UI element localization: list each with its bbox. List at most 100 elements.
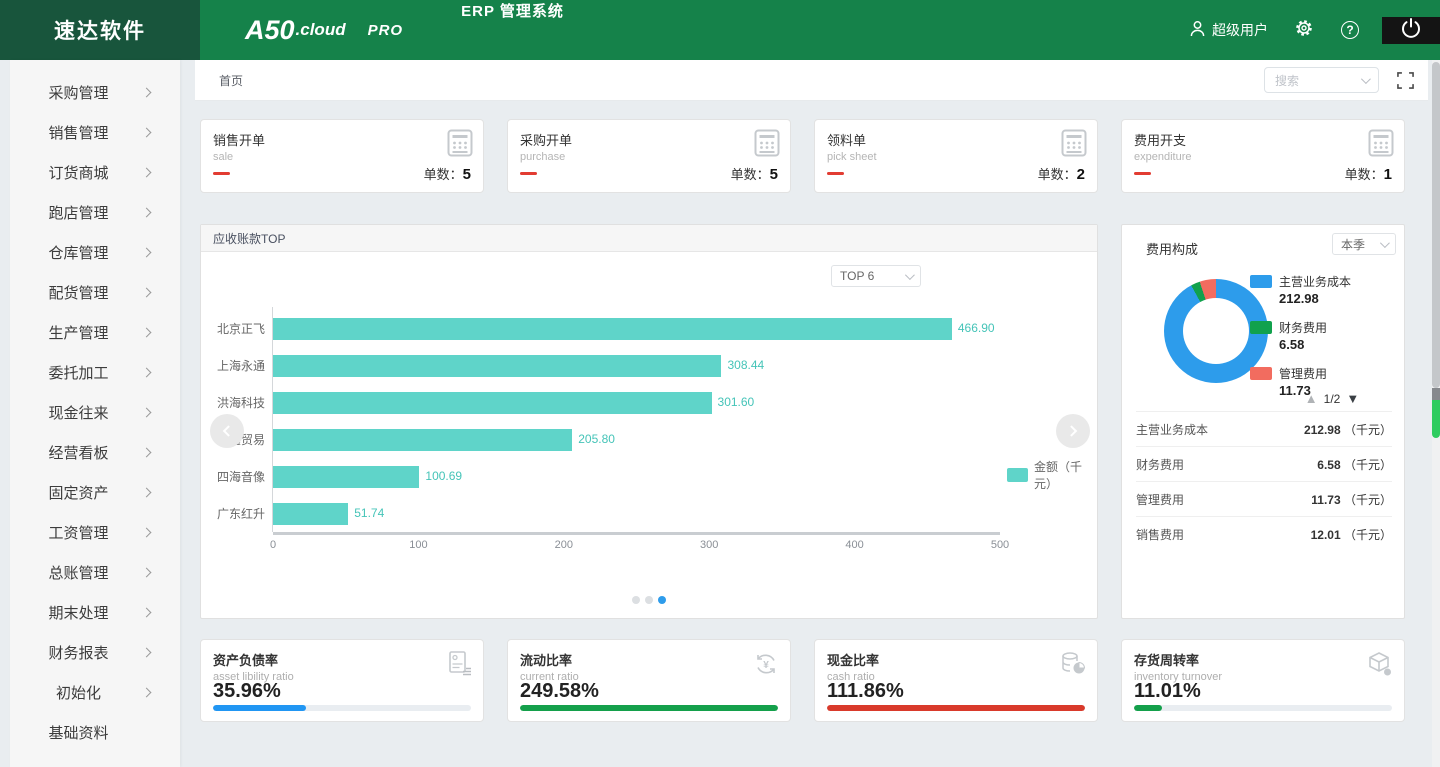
system-name: ERP 管理系统 (461, 3, 564, 20)
sidebar-item-7[interactable]: 生产管理 (10, 312, 180, 352)
sidebar-item-label: 生产管理 (48, 324, 109, 342)
product-brand: A50 .cloud PRO (245, 0, 403, 60)
sidebar-item-1[interactable]: 采购管理 (10, 72, 180, 112)
expense-name: 主营业务成本 (1136, 422, 1209, 437)
sidebar-item-label: 工资管理 (48, 524, 109, 542)
ratio-progress-fill (520, 705, 778, 711)
bar[interactable] (273, 502, 349, 525)
expense-panel: 费用构成 本季 主营业务成本 212.98 财务费用 6.58 管理费用 11.… (1121, 224, 1405, 619)
ratio-card-title: 资产负债率 (213, 653, 279, 668)
calculator-icon (447, 129, 473, 162)
stat-card[interactable]: 销售开单 sale 单数：5 (200, 119, 484, 193)
ratio-card[interactable]: 现金比率 cash ratio 111.86% (814, 639, 1098, 722)
sidebar-item-17[interactable]: 基础资料 (10, 712, 180, 752)
receivables-chart-panel: 应收账款TOP TOP 6 北京正飞 466.90 上海永通 308.44 洪海… (200, 224, 1098, 619)
bar[interactable] (273, 317, 952, 340)
period-select[interactable]: 本季 (1332, 233, 1396, 255)
sidebar-item-15[interactable]: 财务报表 (10, 632, 180, 672)
report-icon (446, 650, 473, 682)
side-elevator-button[interactable] (1432, 400, 1440, 438)
sidebar-item-9[interactable]: 现金往来 (10, 392, 180, 432)
help-button[interactable]: ? (1340, 20, 1360, 40)
user-menu[interactable]: 超级用户 (1189, 20, 1268, 41)
sidebar-item-10[interactable]: 经营看板 (10, 432, 180, 472)
sidebar-item-label: 固定资产 (48, 484, 109, 502)
bar-value-label: 466.90 (957, 320, 995, 335)
expense-unit: （千元） (1343, 492, 1392, 507)
sidebar-item-label: 订货商城 (48, 164, 109, 182)
topbar: 速达软件 A50 .cloud PRO ERP 管理系统 超级用户 ? (0, 0, 1440, 60)
bar-value-label: 301.60 (717, 394, 755, 409)
sidebar-item-8[interactable]: 委托加工 (10, 352, 180, 392)
calculator-icon (1061, 129, 1087, 162)
carousel-dot-1[interactable] (632, 596, 640, 604)
scrollbar-track[interactable] (1432, 60, 1440, 767)
breadcrumb-home[interactable]: 首页 (219, 72, 243, 89)
pager-down-icon[interactable]: ▼ (1346, 391, 1359, 406)
expense-unit: （千元） (1343, 457, 1392, 472)
sidebar-item-16[interactable]: 初始化 (10, 672, 180, 712)
carousel-dot-3[interactable] (658, 596, 666, 604)
bar-track: 205.80 (273, 428, 1000, 451)
ratio-card[interactable]: 存货周转率 inventory turnover 11.01% (1121, 639, 1405, 722)
bar-row: 洪海科技 301.60 (201, 384, 1000, 421)
bar-value-label: 100.69 (425, 468, 463, 483)
legend-value: 212.98 (1279, 291, 1319, 306)
donut-legend-item[interactable]: 主营业务成本 212.98 (1250, 273, 1351, 306)
donut-legend-item[interactable]: 财务费用 6.58 (1250, 319, 1351, 352)
sidebar-item-label: 财务报表 (48, 644, 109, 662)
donut-legend: 主营业务成本 212.98 财务费用 6.58 管理费用 11.73 (1250, 273, 1351, 398)
stat-card[interactable]: 费用开支 expenditure 单数：1 (1121, 119, 1405, 193)
expense-name: 财务费用 (1136, 457, 1185, 472)
sidebar-item-12[interactable]: 工资管理 (10, 512, 180, 552)
bar[interactable] (273, 391, 712, 414)
chevron-right-icon (141, 327, 151, 337)
x-axis-line (273, 532, 1000, 535)
sidebar-item-11[interactable]: 固定资产 (10, 472, 180, 512)
sidebar-item-label: 配货管理 (48, 284, 109, 302)
red-dash-indicator (1134, 172, 1151, 175)
sidebar-item-13[interactable]: 总账管理 (10, 552, 180, 592)
app-logo: 速达软件 (0, 0, 200, 60)
bar-value-label: 308.44 (727, 357, 765, 372)
red-dash-indicator (827, 172, 844, 175)
ratio-card[interactable]: 资产负债率 asset libility ratio 35.96% (200, 639, 484, 722)
pager-up-icon[interactable]: ▲ (1305, 391, 1318, 406)
sidebar-item-6[interactable]: 配货管理 (10, 272, 180, 312)
sidebar-item-3[interactable]: 订货商城 (10, 152, 180, 192)
logout-button[interactable] (1382, 16, 1440, 44)
topn-select[interactable]: TOP 6 (831, 265, 921, 287)
carousel-prev-button[interactable] (210, 414, 244, 448)
expense-name: 销售费用 (1136, 527, 1185, 542)
carousel-dot-2[interactable] (645, 596, 653, 604)
sidebar-item-4[interactable]: 跑店管理 (10, 192, 180, 232)
sidebar-item-5[interactable]: 仓库管理 (10, 232, 180, 272)
bar-row: 海鑫贸易 205.80 (201, 421, 1000, 458)
bar-plot: 北京正飞 466.90 上海永通 308.44 洪海科技 301.60 海鑫贸易… (201, 310, 1000, 532)
stat-card[interactable]: 采购开单 purchase 单数：5 (507, 119, 791, 193)
bar[interactable] (273, 465, 420, 488)
ratio-card-title: 流动比率 (520, 653, 573, 668)
user-icon (1189, 20, 1206, 41)
sidebar-item-14[interactable]: 期末处理 (10, 592, 180, 632)
calculator-icon (1368, 129, 1394, 162)
chevron-down-icon (1379, 237, 1390, 248)
search-select[interactable]: 搜索 (1264, 67, 1379, 93)
ratio-card[interactable]: 流动比率 current ratio ¥ 249.58% (507, 639, 791, 722)
bar[interactable] (273, 428, 573, 451)
fullscreen-button[interactable] (1397, 71, 1414, 89)
bar-value-label: 205.80 (578, 431, 615, 446)
x-tick-label: 500 (990, 539, 1010, 551)
sidebar-item-2[interactable]: 销售管理 (10, 112, 180, 152)
settings-button[interactable] (1294, 19, 1314, 40)
bar[interactable] (273, 354, 722, 377)
stat-card[interactable]: 领料单 pick sheet 单数：2 (814, 119, 1098, 193)
scrollbar-thumb[interactable] (1432, 62, 1440, 388)
chevron-left-icon (222, 425, 235, 437)
chevron-right-icon (141, 647, 151, 657)
stat-card-title: 领料单 (827, 133, 867, 148)
chevron-right-icon (141, 407, 151, 417)
legend-pager: ▲ 1/2 ▼ (1272, 391, 1392, 406)
ratio-progress-track (520, 705, 778, 711)
carousel-next-button[interactable] (1056, 414, 1090, 448)
